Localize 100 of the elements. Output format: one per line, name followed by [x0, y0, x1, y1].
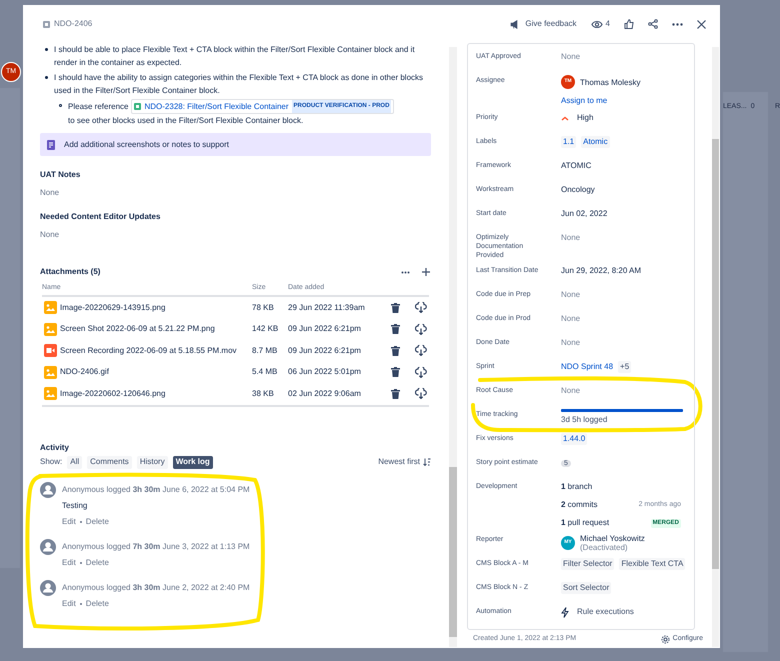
tag[interactable]: 1.44.0	[561, 433, 588, 445]
tag[interactable]: 1.1	[561, 136, 576, 148]
worklog-action[interactable]: Delete	[86, 558, 109, 568]
file-name[interactable]: Image-20220629-143915.png	[60, 302, 166, 314]
worklog-comment: Testing	[62, 500, 88, 510]
development-link[interactable]: 2 commits	[561, 499, 598, 511]
trash-icon[interactable]	[391, 302, 400, 313]
development-link[interactable]: 1 pull request	[561, 517, 610, 529]
filter-tab[interactable]: History	[136, 456, 168, 468]
logged-time: 3d 5h logged	[561, 414, 608, 426]
trash-icon[interactable]	[391, 324, 400, 334]
avatar-icon	[40, 580, 56, 596]
close-icon[interactable]	[697, 20, 706, 28]
user-status: (Deactivated)	[580, 543, 629, 552]
activity-heading: Activity	[40, 442, 70, 452]
rule-executions-link[interactable]: Rule executions	[577, 606, 634, 618]
worklog-action[interactable]: Delete	[86, 516, 109, 526]
field-value: Jun 02, 2022	[561, 209, 608, 218]
description-text: to see other blocks used in the Filter/Sort Flexible Container block.	[68, 115, 304, 127]
share-icon[interactable]	[648, 19, 658, 29]
file-size: 78 KB	[252, 302, 275, 314]
feedback-button[interactable]: Give feedback	[510, 18, 577, 30]
file-date: 06 Jun 2022 5:01pm	[288, 366, 362, 378]
field-heading: UAT Notes	[40, 170, 82, 180]
download-icon[interactable]	[415, 302, 427, 314]
filter-tab[interactable]: Work log	[172, 456, 213, 468]
field-value: None	[561, 233, 580, 242]
download-icon[interactable]	[415, 388, 427, 400]
worklog-entry: Anonymous logged 7h 30m June 3, 2022 at 1:13 PM	[62, 542, 250, 552]
download-icon[interactable]	[415, 345, 427, 356]
file-size: 142 KB	[252, 323, 280, 336]
file-date: 02 Jun 2022 9:06am	[288, 388, 362, 400]
sort-icon	[423, 458, 431, 466]
scrollbar[interactable]	[712, 47, 719, 647]
worklog-action[interactable]: Edit	[62, 558, 76, 568]
bullet-icon	[45, 76, 48, 79]
watch-button[interactable]: 4	[590, 18, 610, 30]
show-label: Show:	[40, 456, 62, 468]
file-date: 09 Jun 2022 6:21pm	[288, 344, 362, 357]
user-name: Thomas Molesky	[580, 78, 640, 86]
file-name[interactable]: Screen Recording 2022-06-09 at 5.18.55 PM.mov	[60, 344, 237, 357]
tag[interactable]: Atomic	[581, 136, 610, 148]
development-link[interactable]: 1 branch	[561, 481, 592, 493]
attachments-heading: Attachments (5)	[40, 266, 100, 278]
field-heading: Needed Content Editor Updates	[40, 212, 162, 222]
note-text: Add additional screenshots or notes to support	[64, 138, 229, 150]
filter-tab[interactable]: All	[67, 456, 82, 468]
issue-key[interactable]: NDO-2406	[54, 18, 92, 30]
bullet-icon	[59, 104, 62, 107]
image-file-icon	[44, 366, 57, 379]
sprint-link[interactable]: NDO Sprint 48	[561, 361, 614, 373]
tag[interactable]: Sort Selector	[561, 582, 612, 594]
filter-tab[interactable]: Comments	[87, 456, 132, 468]
thumbs-up-icon[interactable]	[624, 19, 634, 29]
lightning-icon	[561, 606, 569, 618]
file-name[interactable]: Image-20220602-120646.png	[60, 388, 166, 400]
add-icon[interactable]	[422, 268, 430, 276]
trash-icon[interactable]	[391, 346, 400, 356]
description-text: I should be able to place Flexible Text + CTA block within the Filter/Sort Flexible Container block and it render in the container as expected.	[54, 44, 416, 69]
gear-icon	[660, 634, 670, 644]
download-icon[interactable]	[415, 366, 427, 378]
user-name: Michael Yoskowitz	[580, 534, 645, 543]
story-icon	[134, 103, 142, 110]
assign-link[interactable]: Assign to me	[561, 95, 640, 107]
worklog-action[interactable]: Edit	[62, 516, 76, 526]
file-size: 5.4 MB	[252, 366, 278, 378]
more-icon[interactable]	[401, 270, 410, 274]
trash-icon[interactable]	[391, 388, 400, 399]
video-file-icon	[44, 344, 57, 358]
worklog-action[interactable]: Edit	[62, 598, 76, 608]
eye-icon	[590, 20, 603, 28]
file-name[interactable]: Screen Shot 2022-06-09 at 5.21.22 PM.png	[60, 323, 215, 336]
field-value: None	[40, 188, 60, 198]
description-text: I should have the ability to assign categories within the Flexible Text + CTA block as done in other blocks used in the Filter/Sort Flexible Container block.	[54, 72, 424, 97]
note-icon	[47, 140, 55, 150]
image-file-icon	[44, 387, 57, 400]
issue-type-icon	[43, 20, 50, 28]
more-icon[interactable]	[672, 22, 683, 26]
sort-button[interactable]: Newest first	[378, 456, 431, 468]
avatar-icon	[40, 482, 56, 498]
count-badge[interactable]: +5	[618, 361, 632, 373]
file-name[interactable]: NDO-2406.gif	[60, 366, 109, 378]
worklog-action[interactable]: Delete	[86, 598, 109, 608]
field-value: Oncology	[561, 185, 595, 194]
field-value: High	[577, 112, 594, 124]
bullet-icon	[45, 48, 48, 51]
field-value: None	[561, 338, 580, 347]
trash-icon[interactable]	[391, 367, 400, 378]
file-size: 38 KB	[252, 388, 275, 400]
field-value: ATOMIC	[561, 161, 592, 170]
download-icon[interactable]	[415, 324, 427, 335]
field-value: None	[561, 386, 580, 395]
tag[interactable]: Filter Selector	[561, 558, 614, 570]
worklog-entry: Anonymous logged 3h 30m June 6, 2022 at 5:04 PM	[62, 484, 250, 494]
scrollbar[interactable]	[449, 47, 457, 647]
description-text: Please reference	[68, 101, 128, 113]
image-file-icon	[44, 301, 57, 314]
tag[interactable]: Flexible Text CTA	[619, 558, 686, 570]
file-size: 8.7 MB	[252, 344, 278, 357]
file-date: 29 Jun 2022 11:39am	[288, 302, 366, 314]
